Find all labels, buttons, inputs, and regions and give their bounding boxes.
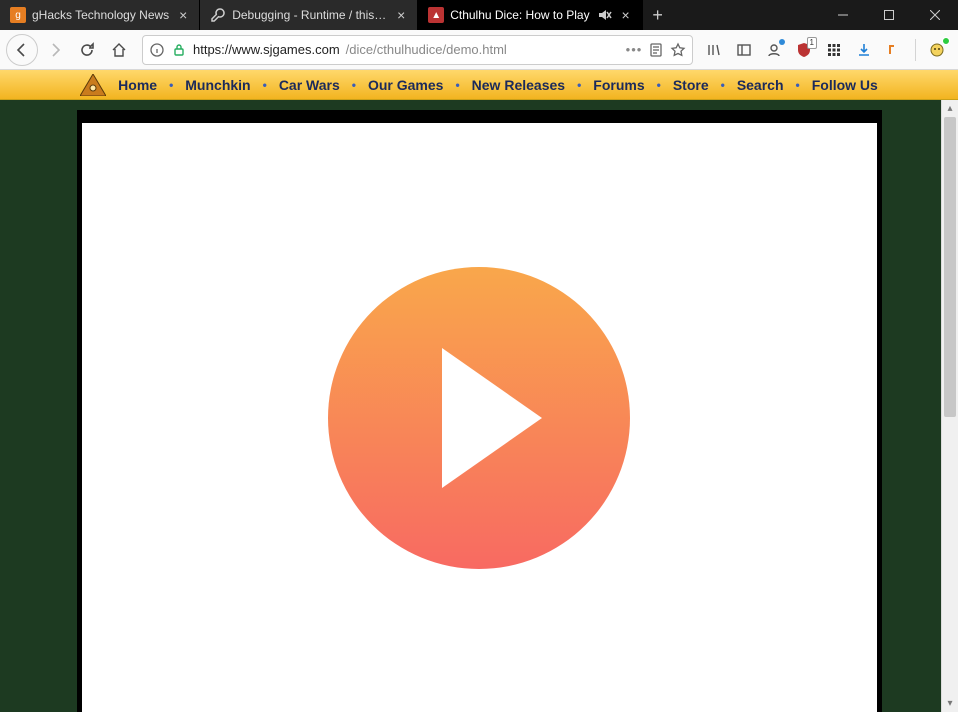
- vertical-scrollbar[interactable]: ▴ ▾: [941, 100, 958, 712]
- browser-toolbar: https://www.sjgames.com/dice/cthulhudice…: [0, 30, 958, 70]
- tab-title: Debugging - Runtime / this-fir: [232, 8, 387, 22]
- close-icon[interactable]: ×: [393, 7, 409, 23]
- bookmark-star-icon[interactable]: [670, 42, 686, 58]
- nav-separator: •: [455, 78, 459, 92]
- close-icon[interactable]: ×: [618, 7, 634, 23]
- page-action-icon[interactable]: •••: [626, 42, 642, 58]
- nav-separator: •: [263, 78, 267, 92]
- tab-ghacks[interactable]: g gHacks Technology News ×: [0, 0, 200, 30]
- minimize-button[interactable]: [820, 0, 866, 30]
- scroll-track[interactable]: [942, 117, 958, 695]
- nav-newreleases[interactable]: New Releases: [472, 77, 565, 93]
- download-ext-icon[interactable]: [851, 37, 877, 63]
- new-tab-button[interactable]: +: [643, 0, 673, 30]
- close-icon[interactable]: ×: [175, 7, 191, 23]
- url-bar[interactable]: https://www.sjgames.com/dice/cthulhudice…: [142, 35, 693, 65]
- home-button[interactable]: [104, 35, 134, 65]
- play-icon: [442, 348, 542, 488]
- video-canvas: [82, 123, 877, 712]
- forward-button[interactable]: [40, 35, 70, 65]
- reader-mode-icon[interactable]: [648, 42, 664, 58]
- maximize-button[interactable]: [866, 0, 912, 30]
- nav-carwars[interactable]: Car Wars: [279, 77, 340, 93]
- url-host: https://www.sjgames.com: [193, 42, 340, 57]
- ublock-icon[interactable]: 1: [791, 37, 817, 63]
- nav-separator: •: [721, 78, 725, 92]
- nav-search[interactable]: Search: [737, 77, 784, 93]
- ublock-badge: 1: [807, 37, 817, 49]
- favicon-icon: ▲: [428, 7, 444, 23]
- lock-icon[interactable]: [171, 42, 187, 58]
- nav-separator: •: [796, 78, 800, 92]
- favicon-icon: g: [10, 7, 26, 23]
- scroll-up-icon[interactable]: ▴: [942, 100, 958, 117]
- page-viewport: ▴ ▾: [0, 100, 958, 712]
- url-path: /dice/cthulhudice/demo.html: [346, 42, 507, 57]
- site-nav: Home • Munchkin • Car Wars • Our Games • New…: [0, 70, 958, 100]
- greasemonkey-icon[interactable]: [924, 37, 950, 63]
- tab-debugging[interactable]: Debugging - Runtime / this-fir ×: [200, 0, 418, 30]
- account-icon[interactable]: [761, 37, 787, 63]
- apps-grid-icon[interactable]: [821, 37, 847, 63]
- nav-home[interactable]: Home: [118, 77, 157, 93]
- site-info-icon[interactable]: [149, 42, 165, 58]
- window-controls: [820, 0, 958, 30]
- nav-munchkin[interactable]: Munchkin: [185, 77, 250, 93]
- nav-forums[interactable]: Forums: [593, 77, 644, 93]
- mute-icon[interactable]: [596, 7, 612, 23]
- tab-strip: g gHacks Technology News × Debugging - R…: [0, 0, 673, 30]
- ext-orange-icon[interactable]: [881, 37, 907, 63]
- close-window-button[interactable]: [912, 0, 958, 30]
- scroll-down-icon[interactable]: ▾: [942, 695, 958, 712]
- play-button[interactable]: [328, 267, 630, 569]
- wrench-icon: [210, 7, 226, 23]
- tab-cthulhu[interactable]: ▲ Cthulhu Dice: How to Play ×: [418, 0, 642, 30]
- separator: [915, 39, 916, 61]
- sidebar-icon[interactable]: [731, 37, 757, 63]
- nav-separator: •: [657, 78, 661, 92]
- tab-title: gHacks Technology News: [32, 8, 169, 22]
- toolbar-extensions: 1: [701, 37, 952, 63]
- nav-separator: •: [577, 78, 581, 92]
- nav-separator: •: [352, 78, 356, 92]
- library-icon[interactable]: [701, 37, 727, 63]
- tab-title: Cthulhu Dice: How to Play: [450, 8, 589, 22]
- nav-store[interactable]: Store: [673, 77, 709, 93]
- video-frame: [77, 110, 882, 712]
- nav-ourgames[interactable]: Our Games: [368, 77, 443, 93]
- site-logo-icon[interactable]: [80, 74, 106, 96]
- browser-titlebar: g gHacks Technology News × Debugging - R…: [0, 0, 958, 30]
- nav-followus[interactable]: Follow Us: [812, 77, 878, 93]
- scroll-thumb[interactable]: [944, 117, 956, 417]
- back-button[interactable]: [6, 34, 38, 66]
- reload-button[interactable]: [72, 35, 102, 65]
- nav-separator: •: [169, 78, 173, 92]
